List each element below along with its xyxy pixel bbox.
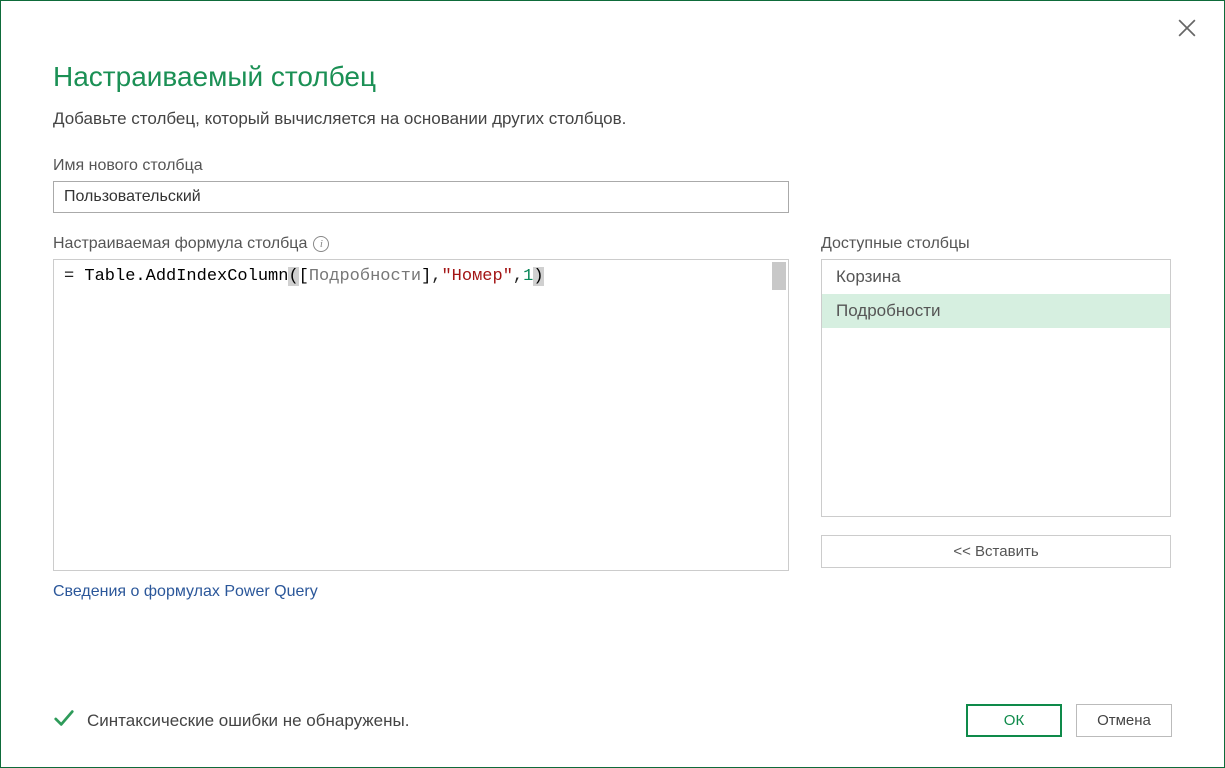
help-link[interactable]: Сведения о формулах Power Query [53,583,789,601]
dialog-subtitle: Добавьте столбец, который вычисляется на… [53,109,1172,129]
status-bar: Синтаксические ошибки не обнаружены. [53,707,409,734]
custom-column-dialog: Настраиваемый столбец Добавьте столбец, … [1,1,1224,767]
available-columns-list[interactable]: Корзина Подробности [821,259,1171,517]
check-icon [53,707,75,734]
ok-button[interactable]: ОК [966,704,1062,737]
info-icon[interactable]: i [313,236,329,252]
status-text: Синтаксические ошибки не обнаружены. [87,711,409,731]
list-item[interactable]: Подробности [822,294,1170,328]
close-icon [1178,19,1196,37]
insert-button[interactable]: << Вставить [821,535,1171,568]
formula-editor[interactable]: = Table.AddIndexColumn([Подробности],"Но… [53,259,789,571]
available-columns-label: Доступные столбцы [821,235,1171,253]
column-name-input[interactable] [53,181,789,213]
scrollbar-thumb[interactable] [772,262,786,290]
cancel-button[interactable]: Отмена [1076,704,1172,737]
column-name-label: Имя нового столбца [53,157,1172,175]
formula-label: Настраиваемая формула столбца i [53,235,789,253]
list-item[interactable]: Корзина [822,260,1170,294]
dialog-title: Настраиваемый столбец [53,61,1172,93]
close-button[interactable] [1178,19,1202,43]
